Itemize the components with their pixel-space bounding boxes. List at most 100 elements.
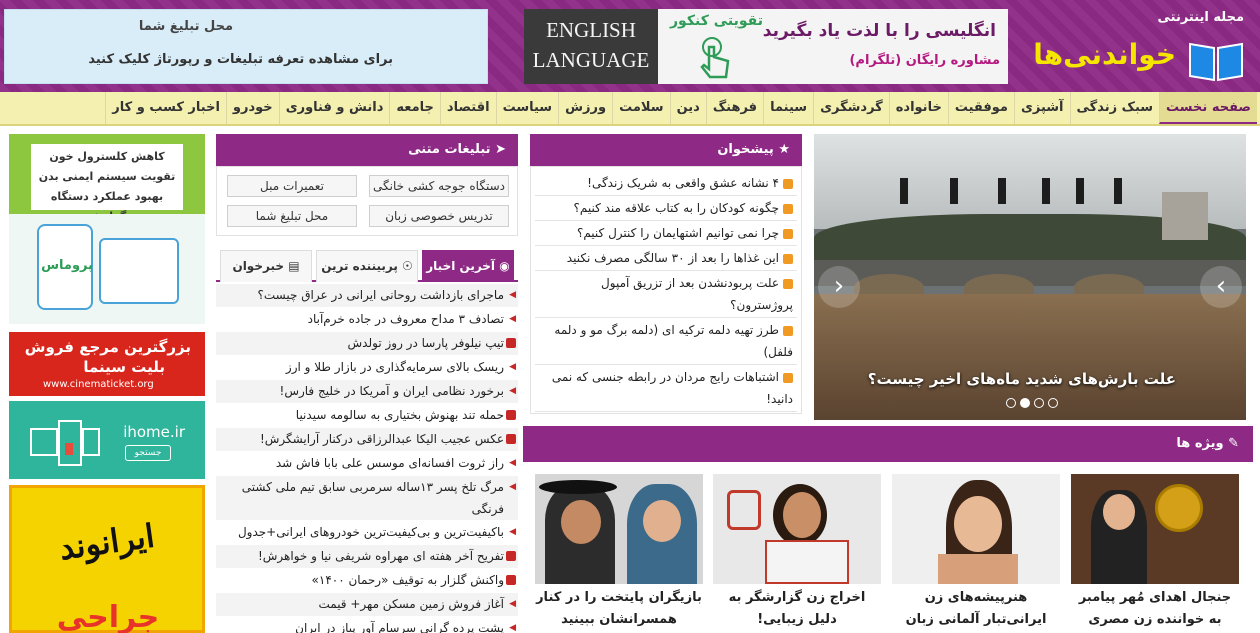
news-item[interactable]: ◀ آغاز فروش زمین مسکن مهر+ قیمت xyxy=(216,593,518,617)
news-slider[interactable]: ‹ › علت بارش‌های شدید ماه‌های اخیر چیست؟ xyxy=(814,134,1246,420)
nav-item-health[interactable]: سلامت xyxy=(612,92,669,124)
slide-caption[interactable]: علت بارش‌های شدید ماه‌های اخیر چیست؟ xyxy=(868,370,1176,388)
promas-ad[interactable]: کاهش کلسترول خون تقویت سیستم ایمنی بدن ب… xyxy=(9,134,205,324)
feature-card[interactable]: بازیگران پایتخت را در کنار همسرانشان ببی… xyxy=(535,474,703,631)
eye-icon: ☉ xyxy=(402,259,413,273)
english-ad-konkur: تقویتی کنکور xyxy=(670,13,763,29)
nav-item-cinema[interactable]: سینما xyxy=(763,92,813,124)
news-item[interactable]: ◀ مرگ تلخ پسر ۱۳ساله سرمربی سابق تیم ملی … xyxy=(216,476,518,521)
nav-item-economy[interactable]: اقتصاد xyxy=(439,92,496,124)
hat xyxy=(539,480,617,494)
slider-dot[interactable] xyxy=(1020,398,1030,408)
suggest-item[interactable]: علت پربودنشدن بعد از تزریق آمپول پروژستر… xyxy=(535,271,797,318)
news-tabs: ◉ آخرین اخبار ☉ پربیننده ترین ▤ خبرخوان xyxy=(216,248,518,282)
suggest-item[interactable]: چرا نمی توانیم اشتهایمان را کنترل کنیم؟ xyxy=(535,221,797,246)
nav-item-lifestyle[interactable]: سبک زندگی xyxy=(1069,92,1160,124)
suggest-item[interactable]: طرز تهیه دلمه ترکیه ای (دلمه برگ مو و دل… xyxy=(535,318,797,365)
nav-item-politics[interactable]: سیاست xyxy=(495,92,559,124)
checkbox-icon xyxy=(783,178,793,189)
suggest-item[interactable]: این غذاها را بعد از ۳۰ سالگی مصرف نکنید xyxy=(535,246,797,271)
text-ads-header: ➤ تبلیغات متنی xyxy=(216,134,518,166)
nav-item-cooking[interactable]: آشپزی xyxy=(1013,92,1070,124)
ihome-door-icon xyxy=(30,420,100,466)
checkbox-icon xyxy=(783,253,793,264)
caret-icon: ◀ xyxy=(509,458,516,468)
nav-item-business-news[interactable]: اخبار کسب و کار xyxy=(105,92,226,124)
cinema-ticket-ad[interactable]: بزرگترین مرجع فروش بلیت سینما www.cinema… xyxy=(9,332,205,396)
slider-dot[interactable] xyxy=(1048,398,1058,408)
slide-flag xyxy=(1042,178,1050,204)
iranvand-logo: ایرانوند xyxy=(56,516,157,568)
nav-item-home[interactable]: صفحه نخست xyxy=(1159,92,1257,124)
tab-news-reader[interactable]: ▤ خبرخوان xyxy=(220,250,312,282)
nav-item-success[interactable]: موفقیت xyxy=(947,92,1014,124)
slide-flag xyxy=(950,178,958,204)
slider-next-arrow-icon[interactable]: › xyxy=(1200,266,1242,308)
text-ad-link[interactable]: محل تبلیغ شما xyxy=(227,205,357,227)
suggest-item[interactable]: اشتباهات رایج مردان در رابطه جنسی که نمی… xyxy=(535,365,797,412)
nav-item-cars[interactable]: خودرو xyxy=(225,92,279,124)
text-ad-link[interactable]: دستگاه جوجه کشی خانگی xyxy=(369,175,509,197)
ad-slot-title: محل تبلیغ شما xyxy=(138,19,233,34)
slider-dot[interactable] xyxy=(1034,398,1044,408)
ihome-search-button: جستجو xyxy=(125,445,171,461)
news-item[interactable]: واکنش گلزار به توقیف «رحمان ۱۴۰۰» xyxy=(216,569,518,593)
ad-slot-banner[interactable]: محل تبلیغ شما برای مشاهده تعرفه تبلیغات … xyxy=(4,9,488,84)
news-item[interactable]: ◀ راز ثروت افسانه‌ای موسس علی بابا فاش شد xyxy=(216,452,518,476)
cinema-ad-line1: بزرگترین مرجع فروش xyxy=(24,338,191,356)
caret-icon: ◀ xyxy=(509,386,516,396)
camera-icon xyxy=(506,551,516,561)
nav-item-culture[interactable]: فرهنگ xyxy=(705,92,763,124)
text-ads-panel: دستگاه جوجه کشی خانگی تعمیرات مبل تدریس … xyxy=(216,166,518,236)
news-item[interactable]: ◀ باکیفیت‌ترین و بی‌کیفیت‌ترین خودروهای ا… xyxy=(216,521,518,545)
news-item[interactable]: ◀ تصادف ۳ مداح معروف در جاده خرم‌آباد xyxy=(216,308,518,332)
nav-item-society[interactable]: جامعه xyxy=(389,92,440,124)
text-ad-link[interactable]: تعمیرات مبل xyxy=(227,175,357,197)
feature-card[interactable]: اخراج زن گزارشگر به دلیل زیبایی! xyxy=(713,474,881,631)
news-item[interactable]: ◀ ماجرای بازداشت روحانی ایرانی در عراق چی… xyxy=(216,284,518,308)
features-title: ویژه ها xyxy=(1176,436,1224,451)
feature-image xyxy=(535,474,703,584)
suggest-panel: ۴ نشانه عشق واقعی به شریک زندگی! چگونه ک… xyxy=(530,166,802,414)
news-item[interactable]: حمله تند بهنوش بختیاری به سالومه سیدنیا xyxy=(216,404,518,428)
news-item[interactable]: ◀ پشت پرده گرانی سرسام آور پیاز در ایران xyxy=(216,617,518,633)
tab-latest-news[interactable]: ◉ آخرین اخبار xyxy=(422,250,514,282)
suggest-item[interactable]: ۴ نشانه عشق واقعی به شریک زندگی! xyxy=(535,171,797,196)
caret-icon: ◀ xyxy=(509,482,516,492)
slide-flag xyxy=(998,178,1006,204)
english-course-ad[interactable]: ENGLISH LANGUAGE تقویتی کنکور انگلیسی را… xyxy=(524,9,1008,84)
news-item[interactable]: ◀ ریسک بالای سرمایه‌گذاری در بازار طلا و … xyxy=(216,356,518,380)
tap-hand-icon xyxy=(700,37,730,79)
suggest-header: ★ پیشخوان xyxy=(530,134,802,166)
camera-icon xyxy=(506,434,516,444)
slide-flag xyxy=(900,178,908,204)
tab-most-viewed[interactable]: ☉ پربیننده ترین xyxy=(316,250,418,282)
suggest-item[interactable]: چگونه کودکان را به کتاب علاقه مند کنیم؟ xyxy=(535,196,797,221)
english-language-board: ENGLISH LANGUAGE xyxy=(524,9,658,84)
news-item[interactable]: عکس عجیب الیکا عبدالرزاقی درکنار آرایشگر… xyxy=(216,428,518,452)
feature-image xyxy=(892,474,1060,584)
iranvand-surgery-text: جراحی xyxy=(56,600,160,633)
caret-icon: ◀ xyxy=(509,290,516,300)
nav-item-tourism[interactable]: گردشگری xyxy=(813,92,889,124)
ihome-ad[interactable]: ihome.ir جستجو xyxy=(9,401,205,479)
news-item[interactable]: تفریح آخر هفته ای مهراوه شریفی نیا و خوا… xyxy=(216,545,518,569)
site-logo[interactable]: مجله اینترنتی خواندنی‌ها xyxy=(1033,8,1246,84)
suggest-title: پیشخوان xyxy=(717,142,774,157)
iranvand-ad[interactable]: ایرانوند جراحی xyxy=(9,485,205,633)
slider-prev-arrow-icon[interactable]: ‹ xyxy=(818,266,860,308)
nav-item-science-tech[interactable]: دانش و فناوری xyxy=(278,92,390,124)
feature-card[interactable]: جنجال اهدای مُهر پیامبر به خواننده زن مص… xyxy=(1071,474,1239,631)
feature-card[interactable]: هنرپیشه‌های زن ایرانی‌تبار آلمانی زبان xyxy=(892,474,1060,631)
text-ad-link[interactable]: تدریس خصوصی زبان xyxy=(369,205,509,227)
news-item[interactable]: تیپ نیلوفر پارسا در روز تولدش xyxy=(216,332,518,356)
news-item[interactable]: ◀ برخورد نظامی ایران و آمریکا در خلیج فار… xyxy=(216,380,518,404)
feature-title: هنرپیشه‌های زن ایرانی‌تبار آلمانی زبان xyxy=(905,590,1047,627)
nav-item-religion[interactable]: دین xyxy=(669,92,706,124)
nav-item-family[interactable]: خانواده xyxy=(888,92,948,124)
nav-item-sport[interactable]: ورزش xyxy=(558,92,612,124)
star-icon: ★ xyxy=(778,142,790,157)
ad-slot-subtitle: برای مشاهده تعرفه تبلیغات و رپورتاژ کلیک… xyxy=(88,52,393,67)
slider-dot[interactable] xyxy=(1006,398,1016,408)
rss-icon: ◉ xyxy=(499,259,510,273)
